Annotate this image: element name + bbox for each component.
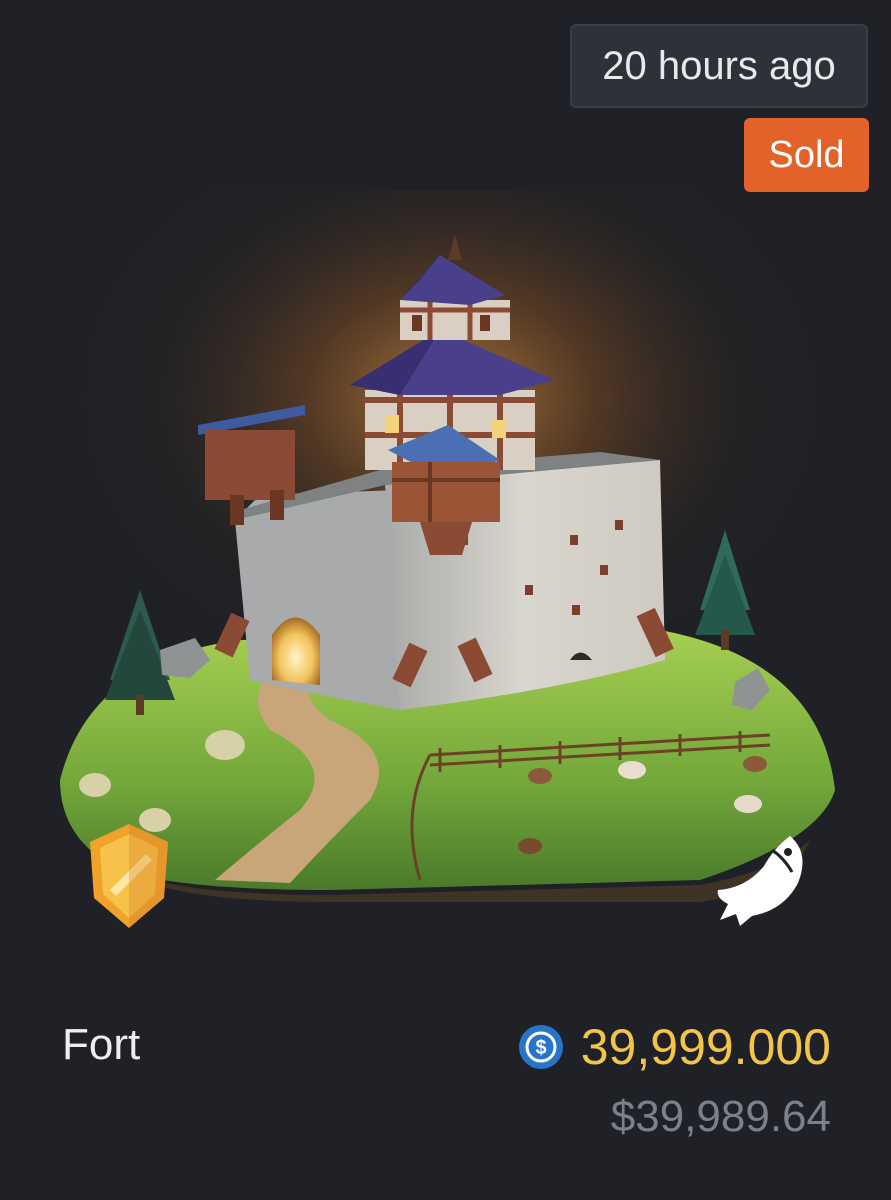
svg-text:$: $ (535, 1037, 546, 1059)
status-badge: Sold (744, 118, 869, 192)
gold-shield-icon (90, 824, 168, 928)
usdc-coin-icon: $ (518, 1025, 563, 1069)
time-ago-badge: 20 hours ago (570, 24, 868, 108)
price-usd: $39,989.64 (610, 1092, 831, 1141)
item-name: Fort (62, 1020, 141, 1069)
price-value: 39,999.000 (580, 1019, 831, 1075)
price-row: $ 39,999.000 (518, 1018, 831, 1076)
status-text: Sold (768, 133, 845, 176)
time-ago-text: 20 hours ago (602, 43, 836, 88)
listing-card[interactable]: 20 hours ago Sold Fort $ 39,999.000 $39,… (0, 0, 891, 1200)
fish-icon (717, 836, 803, 926)
